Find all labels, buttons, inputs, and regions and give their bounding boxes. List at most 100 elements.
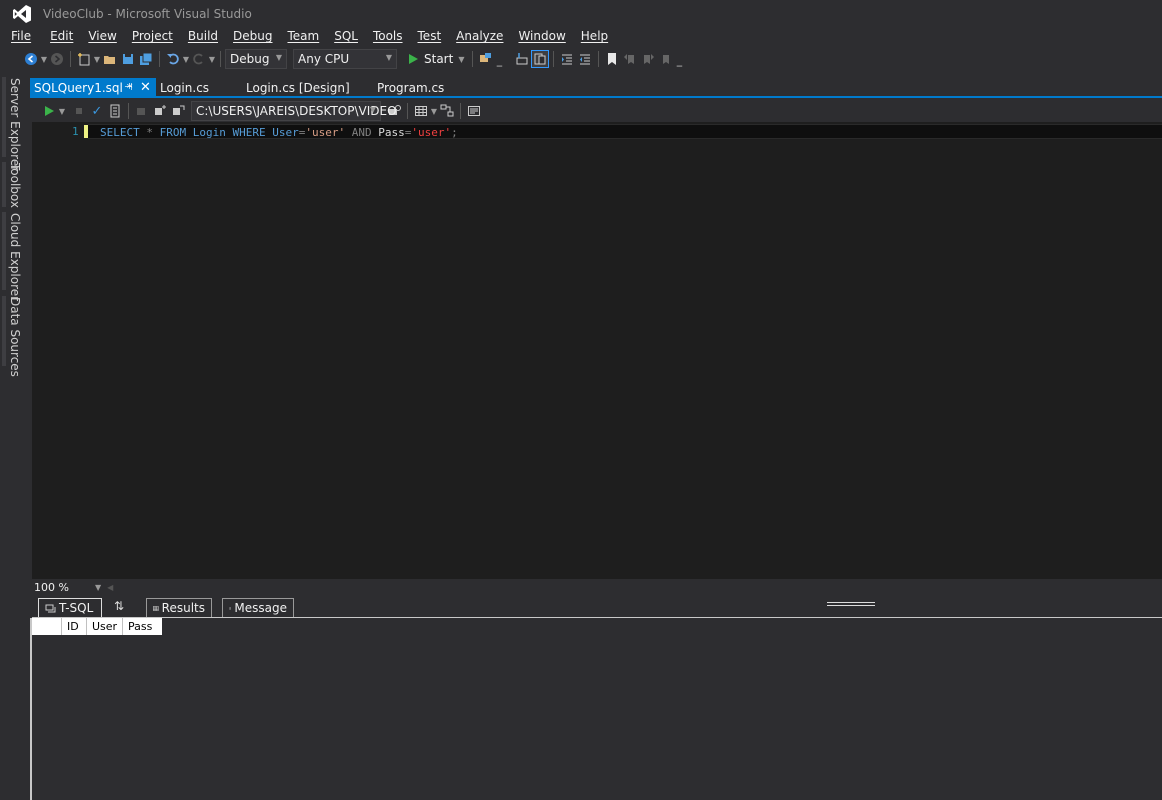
menu-file[interactable]: File [11, 26, 40, 46]
tab-cloud-explorer[interactable]: Cloud Explorer [8, 213, 22, 301]
start-dropdown-icon[interactable]: ▼ [458, 55, 464, 64]
message-icon [229, 606, 232, 610]
new-project-icon[interactable] [75, 50, 93, 68]
tab-sqlquery1[interactable]: SQLQuery1.sql * ⊣ ✕ [30, 78, 156, 98]
tool-window-tabs: Server Explorer Toolbox Cloud Explorer D… [0, 72, 30, 800]
tab-accent-line [30, 96, 1162, 98]
menu-view[interactable]: View [88, 26, 125, 46]
change-connection-icon[interactable] [169, 102, 187, 120]
previous-bookmark-icon[interactable] [621, 50, 639, 68]
window-title: VideoClub - Microsoft Visual Studio [43, 7, 252, 21]
scroll-left-icon[interactable]: ◀ [107, 583, 113, 592]
sql-editor[interactable]: 1 SELECT * FROM Login WHERE User='user' … [32, 122, 1162, 579]
redo-dropdown-icon[interactable]: ▼ [208, 50, 216, 68]
back-dropdown-icon[interactable]: ▼ [40, 50, 48, 68]
solution-config-select[interactable]: Debug ▼ [225, 49, 287, 69]
menu-team[interactable]: Team [287, 26, 328, 46]
browser-link-icon[interactable] [477, 50, 495, 68]
indent-icon[interactable] [558, 50, 576, 68]
toggle-panes-icon[interactable]: ⇅ [114, 599, 124, 613]
sql-code-line[interactable]: SELECT * FROM Login WHERE User='user' AN… [100, 126, 458, 139]
tab-results[interactable]: Results [146, 598, 212, 617]
results-grid-icon [153, 605, 159, 611]
open-folder-icon[interactable] [101, 50, 119, 68]
chevron-down-icon: ▼ [369, 105, 376, 114]
bookmark-icon[interactable] [603, 50, 621, 68]
undo-icon[interactable] [164, 50, 182, 68]
menu-analyze[interactable]: Analyze [456, 26, 512, 46]
current-line-highlight[interactable]: SELECT * FROM Login WHERE User='user' AN… [88, 124, 1162, 139]
show-all-files-icon[interactable] [531, 50, 550, 68]
results-grid-icon[interactable] [412, 102, 430, 120]
stop-icon[interactable] [70, 102, 88, 120]
menu-edit[interactable]: Edit [50, 26, 82, 46]
include-statistics-icon[interactable] [465, 102, 483, 120]
chevron-down-icon: ▼ [385, 53, 392, 62]
execute-icon[interactable] [40, 102, 58, 120]
back-icon[interactable] [22, 50, 40, 68]
column-header-pass[interactable]: Pass [123, 618, 162, 635]
zoom-level[interactable]: 100 % [34, 581, 69, 594]
start-button[interactable]: Start ▼ [403, 49, 468, 69]
menu-bar: File Edit View Project Build Debug Team … [0, 26, 617, 46]
tab-login-cs[interactable]: Login.cs [156, 78, 242, 98]
actual-plan-icon[interactable] [438, 102, 456, 120]
play-icon [409, 54, 418, 64]
menu-help[interactable]: Help [581, 26, 617, 46]
new-dropdown-icon[interactable]: ▼ [93, 50, 101, 68]
menu-sql[interactable]: SQL [334, 26, 367, 46]
tab-server-explorer[interactable]: Server Explorer [8, 78, 22, 171]
tab-toolbox[interactable]: Toolbox [8, 163, 22, 208]
step-into-icon[interactable] [513, 50, 531, 68]
row-selector-header[interactable] [32, 618, 62, 635]
close-icon[interactable]: ✕ [140, 78, 151, 98]
solution-platform-select[interactable]: Any CPU ▼ [293, 49, 397, 69]
save-icon[interactable] [119, 50, 137, 68]
menu-tools[interactable]: Tools [373, 26, 412, 46]
disconnect-icon[interactable] [151, 102, 169, 120]
pane-splitter-handle[interactable] [827, 602, 875, 606]
toolbar-overflow-icon[interactable]: ▁ [675, 50, 683, 68]
parse-icon[interactable]: ✓ [88, 102, 106, 120]
column-header-user[interactable]: User [87, 618, 123, 635]
results-grid-header: ID User Pass [32, 618, 162, 635]
forward-icon[interactable] [48, 50, 66, 68]
undo-dropdown-icon[interactable]: ▼ [182, 50, 190, 68]
results-tab-strip: T-SQL ⇅ Results Message [32, 596, 1162, 618]
next-bookmark-icon[interactable] [639, 50, 657, 68]
visual-studio-logo-icon [13, 5, 31, 23]
clear-bookmarks-icon[interactable] [657, 50, 675, 68]
save-all-icon[interactable] [137, 50, 155, 68]
menu-window[interactable]: Window [518, 26, 574, 46]
menu-test[interactable]: Test [418, 26, 451, 46]
connect-icon[interactable] [133, 102, 151, 120]
redo-icon[interactable] [190, 50, 208, 68]
tab-program-cs[interactable]: Program.cs [373, 78, 463, 98]
menu-project[interactable]: Project [132, 26, 182, 46]
database-connection-select[interactable]: C:\USERS\JAREIS\DESKTOP\VIDEO ▼ [191, 101, 397, 121]
zoom-bar: 100 % ▼ ◀ [32, 579, 1162, 595]
tab-t-sql[interactable]: T-SQL [38, 598, 102, 617]
title-bar: VideoClub - Microsoft Visual Studio [0, 0, 1162, 28]
results-pane[interactable]: ID User Pass [32, 618, 1162, 800]
menu-build[interactable]: Build [188, 26, 227, 46]
main-toolbar: ▼ ▼ ▼ ▼ Debug ▼ Any CPU ▼ Start ▼ ▁ ▁ [0, 47, 1162, 71]
estimated-plan-icon[interactable] [106, 102, 124, 120]
t-sql-icon [45, 604, 56, 612]
pin-icon[interactable]: ⊣ [124, 78, 133, 98]
tab-data-sources[interactable]: Data Sources [8, 297, 22, 377]
browser-link-dropdown-icon[interactable]: ▁ [495, 50, 503, 68]
results-dropdown-icon[interactable]: ▼ [430, 102, 438, 120]
menu-debug[interactable]: Debug [233, 26, 281, 46]
tab-message[interactable]: Message [222, 598, 294, 617]
tab-login-design[interactable]: Login.cs [Design] [242, 78, 373, 98]
line-number: 1 [72, 125, 79, 138]
column-header-id[interactable]: ID [62, 618, 87, 635]
zoom-dropdown-icon[interactable]: ▼ [95, 583, 101, 592]
outdent-icon[interactable] [576, 50, 594, 68]
sql-toolbar: ▼ ✓ C:\USERS\JAREIS\DESKTOP\VIDEO ▼ ▼ [32, 100, 1162, 122]
line-number-gutter: 1 [32, 122, 88, 579]
document-tabs: SQLQuery1.sql * ⊣ ✕ Login.cs Login.cs [D… [30, 78, 1162, 98]
chevron-down-icon: ▼ [275, 53, 282, 62]
execute-dropdown-icon[interactable]: ▼ [58, 102, 66, 120]
